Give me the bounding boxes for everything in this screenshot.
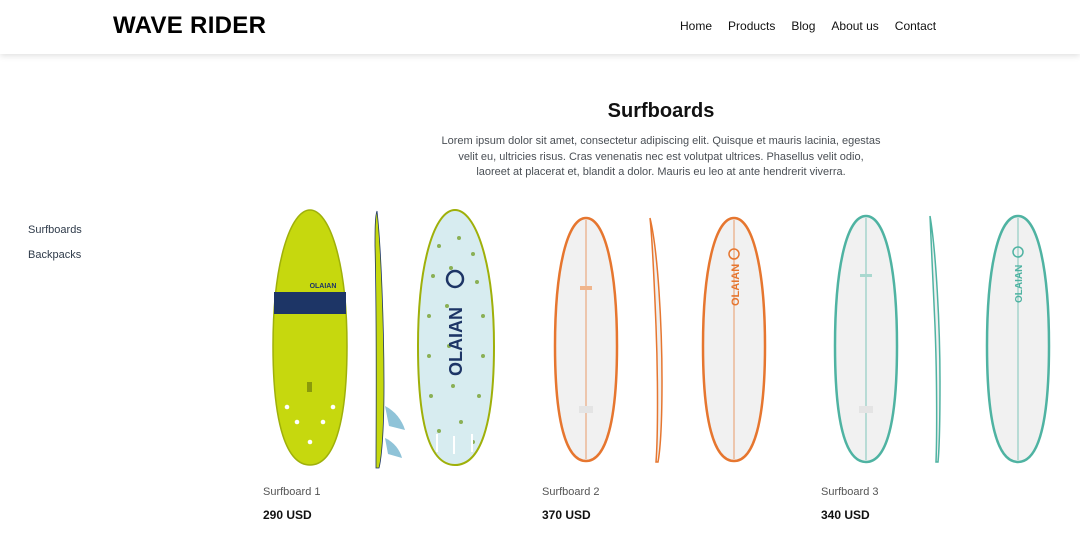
product-card[interactable]: OLAIAN Surfboard 3 340 USD <box>821 206 1080 522</box>
product-price: 370 USD <box>542 508 591 522</box>
sidebar-item-backpacks[interactable]: Backpacks <box>28 249 82 261</box>
product-image[interactable]: OLAIAN OLAIAN <box>263 206 503 472</box>
product-name[interactable]: Surfboard 1 <box>263 486 320 498</box>
nav-blog[interactable]: Blog <box>791 19 815 33</box>
board-brand-label: OLAIAN <box>310 283 337 290</box>
product-card[interactable]: OLAIAN OLAIAN Surfboard 1 290 USD <box>263 206 523 522</box>
board-brand-label: OLAIAN <box>730 264 742 306</box>
product-image[interactable]: OLAIAN <box>821 206 1061 472</box>
category-sidebar: Surfboards Backpacks <box>28 224 82 274</box>
board-brand-label: OLAIAN <box>446 307 466 376</box>
sidebar-item-surfboards[interactable]: Surfboards <box>28 224 82 236</box>
product-name[interactable]: Surfboard 3 <box>821 486 878 498</box>
nav-home[interactable]: Home <box>680 19 712 33</box>
product-image[interactable]: OLAIAN <box>542 206 782 472</box>
product-price: 340 USD <box>821 508 870 522</box>
nav-contact[interactable]: Contact <box>895 19 936 33</box>
page-title: Surfboards <box>607 100 715 122</box>
nav-about-us[interactable]: About us <box>831 19 878 33</box>
product-name[interactable]: Surfboard 2 <box>542 486 599 498</box>
category-description: Lorem ipsum dolor sit amet, consectetur … <box>441 135 881 178</box>
site-header: WAVE RIDER Home Products Blog About us C… <box>0 0 1080 54</box>
product-card[interactable]: OLAIAN Surfboard 2 370 USD <box>542 206 802 522</box>
main-nav: Home Products Blog About us Contact <box>680 19 936 33</box>
board-brand-label: OLAIAN <box>1014 265 1025 303</box>
product-price: 290 USD <box>263 508 312 522</box>
nav-products[interactable]: Products <box>728 19 775 33</box>
site-logo[interactable]: WAVE RIDER <box>113 12 266 40</box>
